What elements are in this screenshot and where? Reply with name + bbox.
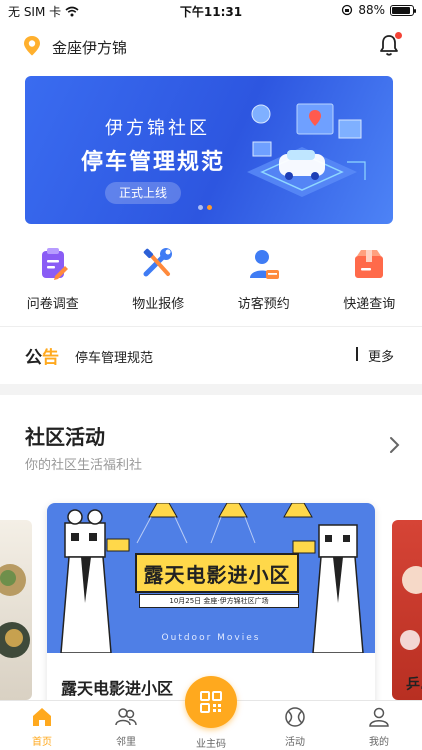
status-bar: 无 SIM 卡 下午11:31 88% [0,0,422,22]
ball-icon [285,707,305,727]
battery-fill [392,6,410,14]
pagination-dot-active [207,205,212,210]
notice-separator [356,347,358,361]
quick-action-label: 访客预约 [237,297,290,312]
quick-action-label: 快递查询 [343,297,396,312]
quick-action-express[interactable]: 快递查询 [317,240,422,320]
user-icon [369,707,389,727]
quick-action-visitor[interactable]: 访客预约 [211,240,317,320]
tab-label: 活动 [285,737,305,748]
banner-line1: 伊方锦社区 [105,118,210,139]
qr-code-icon [200,691,222,713]
tab-label: 我的 [369,737,389,748]
pagination-dot [198,205,203,210]
notice-logo: 公告 [25,343,59,368]
section-spacer [0,384,422,395]
owner-qr-label: 业主码 [196,739,226,750]
notice-text[interactable]: 停车管理规范 [75,347,153,366]
poster-english: Outdoor Movies [161,633,261,643]
owner-qr-button[interactable] [185,676,237,728]
activity-card-title: 露天电影进小区 [61,679,174,698]
tab-label: 首页 [32,737,52,748]
section-title: 社区活动 [25,425,105,449]
food-image [0,564,30,658]
banner-line2: 停车管理规范 [81,150,226,175]
poster-title: 露天电影进小区 [143,563,291,587]
battery-icon [390,4,416,16]
home-icon [33,708,51,726]
banner-pagination [198,205,212,210]
tab-neighbors[interactable]: 邻里 [96,705,156,748]
notice-more-link[interactable]: 更多 [368,346,394,365]
header: 金座伊方锦 [0,28,422,64]
notice-logo-char1: 公 [25,348,42,368]
tab-home[interactable]: 首页 [12,705,72,748]
activity-card-prev[interactable] [0,520,32,700]
visitor-icon [249,250,279,279]
table-tennis-image [400,566,422,650]
quick-action-label: 物业报修 [132,297,185,312]
quick-action-label: 问卷调查 [26,297,79,312]
notification-dot [395,32,402,39]
questionnaire-icon [41,248,68,280]
quick-actions: 问卷调查 物业报修 访客预约 快递查询 [0,240,422,320]
neighbors-icon [115,708,137,726]
orientation-lock-icon [342,4,353,16]
repair-tools-icon [143,248,173,277]
quick-action-questionnaire[interactable]: 问卷调查 [0,240,106,320]
quick-action-repair[interactable]: 物业报修 [106,240,212,320]
notice-bar[interactable]: 公告 停车管理规范 更多 [0,335,422,375]
tab-mine[interactable]: 我的 [349,705,409,748]
promo-banner[interactable]: 伊方锦社区 停车管理规范 正式上线 [25,76,393,224]
section-subtitle: 你的社区生活福利社 [25,458,143,473]
tab-label: 邻里 [116,737,136,748]
divider [0,326,422,327]
poster-date: 10月25日 金座·伊方锦社区广场 [139,594,299,608]
chevron-right-icon[interactable] [388,436,400,454]
location-name[interactable]: 金座伊方锦 [52,37,127,58]
activity-card-next-title: 乒... [406,677,422,693]
activity-poster: 露天电影进小区 10月25日 金座·伊方锦社区广场 Outdoor Movies [47,503,375,653]
battery-percent: 88% [358,3,385,17]
status-right: 88% [341,3,416,17]
tab-events[interactable]: 活动 [265,705,325,748]
banner-tag: 正式上线 [105,182,181,204]
smart-parking-illustration [247,103,366,197]
package-icon [355,250,384,278]
notice-logo-char2: 告 [42,348,59,368]
activity-card-next[interactable] [392,520,422,700]
location-pin-icon[interactable] [22,35,42,57]
